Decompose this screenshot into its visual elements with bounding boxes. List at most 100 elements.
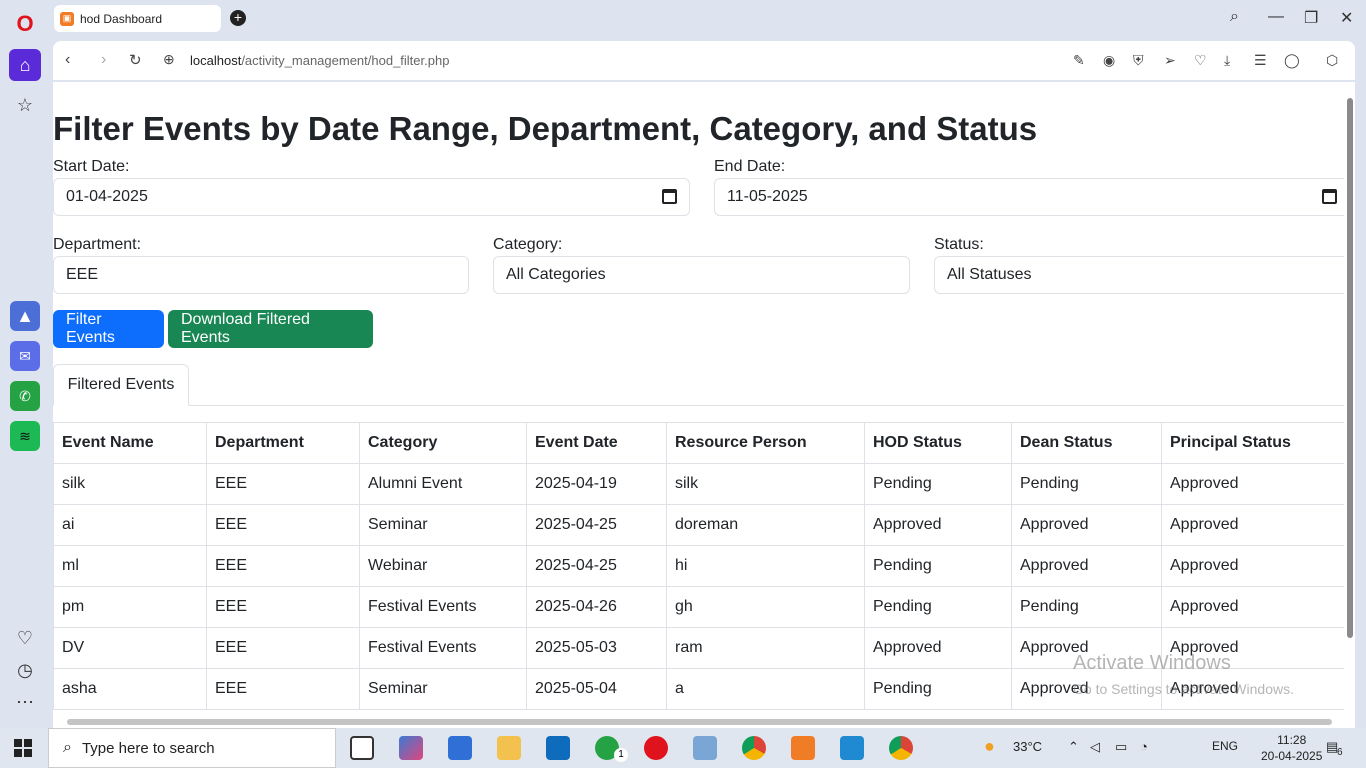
taskbar-search-input[interactable]: ⌕ Type here to search [48,728,336,768]
network-icon[interactable]: ◔ [1140,739,1148,754]
messenger-icon[interactable]: ✉ [10,341,40,371]
spotify-icon[interactable]: ≋ [10,421,40,451]
site-info-icon[interactable]: ⊕ [163,51,175,68]
status-select[interactable]: All Statuses [934,256,1350,294]
history-icon[interactable]: ◷ [9,654,41,686]
browser-tab[interactable]: ▣ hod Dashboard [54,5,221,32]
tab-filtered-events[interactable]: Filtered Events [53,364,189,406]
new-tab-icon[interactable]: + [230,10,246,26]
notepad-icon[interactable] [693,736,717,760]
easy-setup-icon[interactable]: ☰ [1254,52,1267,69]
speed-dial-icon[interactable]: ☆ [9,89,41,121]
store-icon[interactable] [448,736,472,760]
calendar-icon[interactable] [1322,189,1337,204]
column-header: Department [206,422,360,464]
table-cell: 2025-05-03 [526,627,667,669]
scrollbar-thumb[interactable] [1347,98,1353,638]
scrollbar-thumb[interactable] [67,719,1332,725]
table-cell: gh [666,586,865,628]
table-cell: Approved [1011,504,1162,546]
task-view-icon[interactable] [350,736,374,760]
file-explorer-icon[interactable] [497,736,521,760]
weather-icon[interactable]: ● [984,736,995,757]
temperature[interactable]: 33°C [1013,739,1042,754]
restore-icon[interactable]: ❐ [1304,8,1318,28]
opera-taskbar-icon[interactable] [644,736,668,760]
close-icon[interactable]: ✕ [1340,8,1353,28]
reload-icon[interactable]: ↻ [129,51,142,69]
calendar-icon[interactable] [662,189,677,204]
horizontal-scrollbar[interactable] [53,716,1343,728]
download-icon[interactable]: ⤓ [1224,52,1230,69]
download-filtered-events-button[interactable]: Download Filtered Events [168,310,373,348]
table-cell: Pending [864,463,1012,505]
chrome-icon[interactable] [742,736,766,760]
table-cell: Festival Events [359,627,527,669]
table-cell: pm [53,586,207,628]
search-tabs-icon[interactable]: ⌕ [1230,8,1239,26]
url-field[interactable]: localhost/activity_management/hod_filter… [190,53,449,68]
table-row: silk EEE Alumni Event 2025-04-19 silk Pe… [53,463,1351,505]
table-cell: ai [53,504,207,546]
table-cell: Approved [1161,545,1351,587]
column-header: HOD Status [864,422,1012,464]
edit-icon[interactable]: ✎ [1073,52,1085,69]
forward-icon[interactable]: › [101,51,106,69]
end-date-input[interactable]: 11-05-2025 [714,178,1350,216]
table-cell: EEE [206,586,360,628]
tab-bar: ▣ hod Dashboard + ⌕ — ❐ ✕ [50,0,1366,38]
search-placeholder: Type here to search [81,739,215,757]
clock-time: 11:28 [1277,733,1307,747]
column-header: Resource Person [666,422,865,464]
category-label: Category: [493,236,563,253]
aria-icon[interactable]: ▲ [10,301,40,331]
table-cell: EEE [206,463,360,505]
heart-icon[interactable]: ♡ [9,622,41,654]
back-icon[interactable]: ‹ [65,51,70,69]
xampp-favicon-icon: ▣ [60,11,74,26]
language-indicator[interactable]: ENG [1212,739,1238,753]
vscode-icon[interactable] [840,736,864,760]
extensions-icon[interactable]: ⬡ [1326,52,1338,69]
activation-watermark: Activate Windows Go to Settings to activ… [1073,652,1294,697]
column-header: Event Name [53,422,207,464]
minimize-icon[interactable]: — [1268,8,1284,26]
system-clock[interactable]: 11:28 20-04-2025 [1261,732,1322,764]
watermark-subtitle: Go to Settings to activate Windows. [1073,681,1294,697]
windows-start-icon[interactable] [14,739,32,757]
start-date-input[interactable]: 01-04-2025 [53,178,690,216]
page-title: Filter Events by Date Range, Department,… [53,110,1038,147]
department-value: EEE [66,266,99,283]
table-cell: Pending [1011,586,1162,628]
vertical-scrollbar[interactable] [1344,82,1355,728]
volume-icon[interactable]: ◁ [1090,739,1100,755]
table-row: pm EEE Festival Events 2025-04-26 gh Pen… [53,586,1351,628]
whatsapp-icon[interactable]: ✆ [10,381,40,411]
browser-sidebar: O ⌂ ☆ ▲ ✉ ✆ ≋ ♡ ◷ ⋯ [0,0,50,728]
copilot-icon[interactable] [399,736,423,760]
table-cell: Pending [864,668,1012,710]
table-cell: Approved [1161,586,1351,628]
filter-events-button[interactable]: Filter Events [53,310,164,348]
shield-icon[interactable]: ⛨ [1133,52,1144,69]
table-row: ml EEE Webinar 2025-04-25 hi Pending App… [53,545,1351,587]
chrome-profile-icon[interactable] [889,736,913,760]
notification-count: 6 [1337,747,1343,758]
send-icon[interactable]: ➢ [1164,52,1176,69]
address-bar: ‹ › ↻ ⊕ localhost/activity_management/ho… [53,41,1355,80]
battery-icon[interactable]: ▭ [1115,739,1127,755]
table-row: ai EEE Seminar 2025-04-25 doreman Approv… [53,504,1351,546]
tray-expand-icon[interactable]: ⌃ [1068,739,1079,755]
more-icon[interactable]: ⋯ [9,686,41,718]
heart-outline-icon[interactable]: ♡ [1194,52,1207,69]
start-date-label: Start Date: [53,158,130,175]
xampp-icon[interactable] [791,736,815,760]
table-cell: doreman [666,504,865,546]
home-icon[interactable]: ⌂ [9,49,41,81]
camera-icon[interactable]: ◉ [1103,52,1115,69]
profile-icon[interactable]: ◯ [1284,52,1300,69]
opera-logo-icon[interactable]: O [9,8,41,40]
category-select[interactable]: All Categories [493,256,910,294]
outlook-icon[interactable] [546,736,570,760]
department-select[interactable]: EEE [53,256,469,294]
